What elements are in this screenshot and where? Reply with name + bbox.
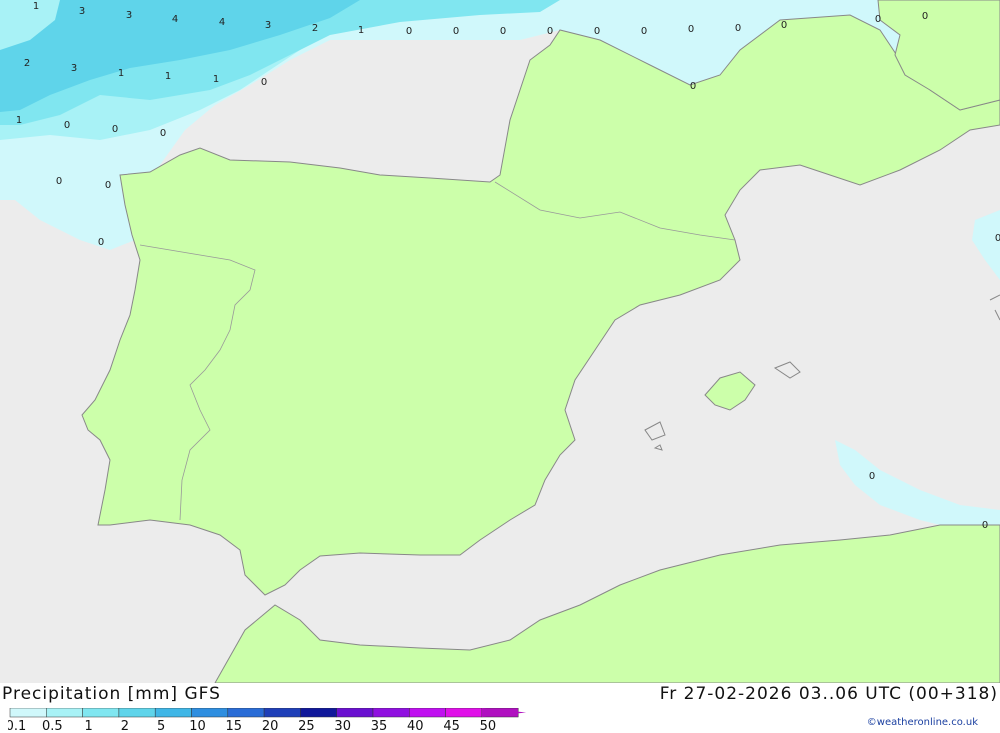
map-footer: Precipitation [mm] GFS Fr 27-02-2026 03.…: [0, 683, 1000, 733]
precip-value: 0: [690, 81, 696, 92]
precip-value: 0: [995, 233, 1000, 244]
legend-tick-label: 40: [407, 719, 424, 732]
precip-value: 0: [688, 24, 694, 35]
precip-value: 0: [781, 20, 787, 31]
precip-value: 1: [358, 25, 364, 36]
precip-value: 0: [98, 237, 104, 248]
precip-value: 0: [112, 124, 118, 135]
precip-value: 0: [105, 180, 111, 191]
precip-value: 0: [406, 26, 412, 37]
legend-tick-label: 0.5: [42, 719, 63, 732]
map-title: Precipitation [mm] GFS: [2, 684, 221, 704]
precip-value: 0: [453, 26, 459, 37]
precip-value: 0: [500, 26, 506, 37]
legend-swatch: [82, 708, 120, 718]
legend-swatch: [118, 708, 156, 718]
legend-swatch: [409, 708, 446, 718]
precip-value: 0: [594, 26, 600, 37]
map-datetime: Fr 27-02-2026 03..06 UTC (00+318): [659, 684, 998, 704]
legend-tick-label: 20: [262, 719, 279, 732]
legend-tick-label: 0.1: [8, 719, 26, 732]
legend-tick-label: 45: [443, 719, 460, 732]
precip-value: 3: [79, 6, 85, 17]
precip-value: 1: [33, 1, 39, 12]
legend-swatch: [300, 708, 337, 718]
precip-value: 0: [160, 128, 166, 139]
legend-tick-label: 1: [84, 719, 92, 732]
legend-tick-label: 15: [226, 719, 243, 732]
legend-tick-label: 2: [121, 719, 129, 732]
precip-value: 1: [16, 115, 22, 126]
precip-value: 0: [641, 26, 647, 37]
legend-swatch: [336, 708, 374, 718]
legend-swatch: [154, 708, 192, 718]
legend-tick-label: 5: [157, 719, 165, 732]
legend-swatch: [372, 708, 410, 718]
legend-swatch: [445, 708, 483, 718]
legend-swatch: [227, 708, 265, 718]
legend-tick-label: 10: [189, 719, 206, 732]
precip-value: 1: [165, 71, 171, 82]
legend-swatch: [46, 708, 83, 718]
precip-value: 3: [126, 10, 132, 21]
precip-value: 0: [875, 14, 881, 25]
precip-value: 0: [56, 176, 62, 187]
precip-value: 0: [735, 23, 741, 34]
precip-value: 0: [547, 26, 553, 37]
precip-value: 2: [24, 58, 30, 69]
precip-value: 4: [172, 14, 178, 25]
precip-value: 3: [71, 63, 77, 74]
precip-value: 4: [219, 17, 225, 28]
precip-value: 0: [922, 11, 928, 22]
legend-swatch: [191, 708, 229, 718]
precip-value: 1: [213, 74, 219, 85]
legend-tick-label: 35: [371, 719, 388, 732]
legend-swatch: [9, 708, 47, 718]
precip-value: 0: [64, 120, 70, 131]
precip-value: 1: [118, 68, 124, 79]
legend-tick-label: 30: [334, 719, 351, 732]
precip-value: 3: [265, 20, 271, 31]
precip-value: 2: [312, 23, 318, 34]
precip-value: 0: [261, 77, 267, 88]
legend-tick-label: 50: [480, 719, 497, 732]
legend-swatch: [263, 708, 301, 718]
credit-link[interactable]: ©weatheronline.co.uk: [867, 717, 978, 728]
color-legend: 0.1 0.5 1 2 5 10 15 20 25 30 35 40 45 50: [8, 708, 527, 732]
precip-value: 0: [982, 520, 988, 531]
precip-value: 0: [869, 471, 875, 482]
precipitation-map: 1 3 3 4 4 3 2 1 0 0 0 0 0 0 0 0 0 0 0 2 …: [0, 0, 1000, 683]
legend-tick-label: 25: [298, 719, 315, 732]
